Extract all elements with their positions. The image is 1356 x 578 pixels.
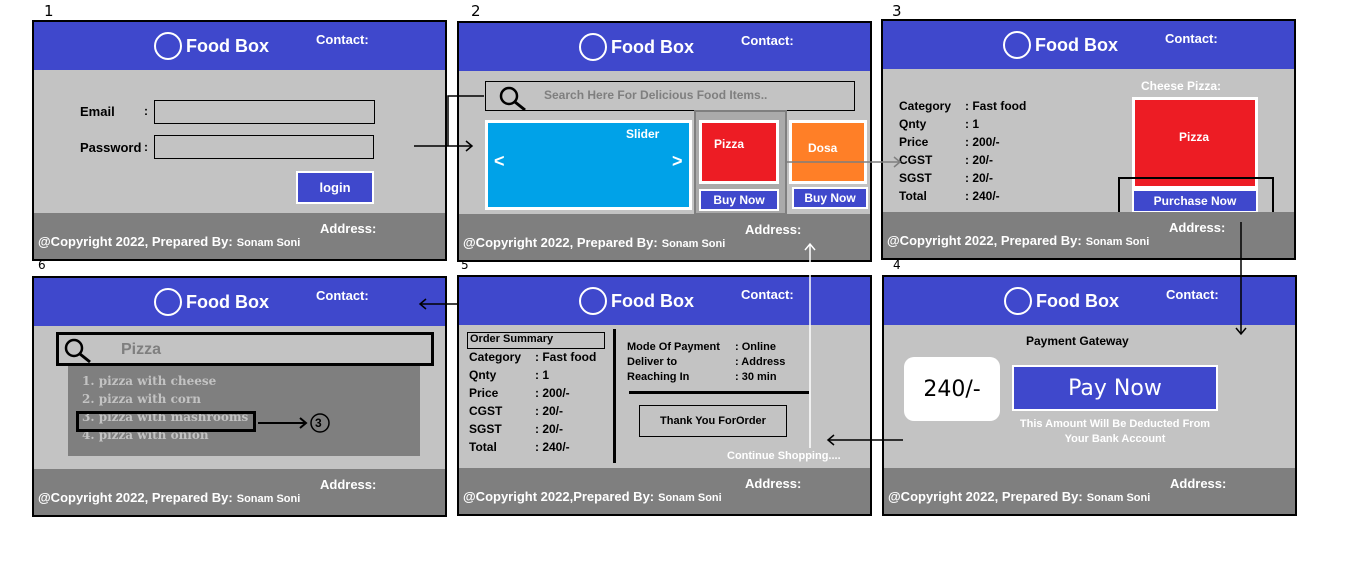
flow-arrows	[414, 95, 1247, 448]
connector-line	[447, 95, 484, 146]
